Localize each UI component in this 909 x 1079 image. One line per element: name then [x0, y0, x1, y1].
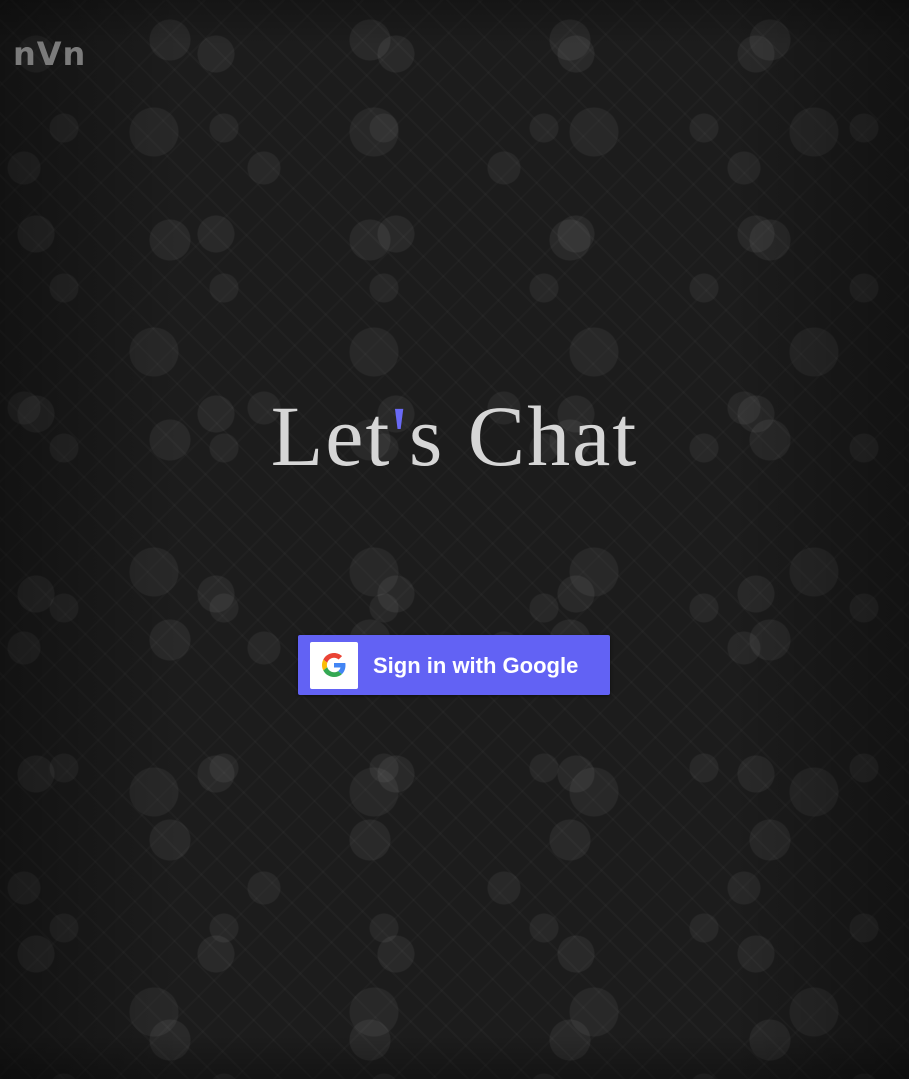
doodle-background: [0, 0, 909, 1079]
google-logo-box: [310, 642, 358, 689]
title-part-1: Let: [270, 388, 392, 484]
app-logo: nVn: [13, 35, 87, 73]
title-part-2: s Chat: [408, 388, 639, 484]
title-apostrophe: ': [391, 388, 409, 484]
page-title: Let's Chat: [0, 388, 909, 484]
google-signin-button[interactable]: Sign in with Google: [298, 635, 610, 695]
google-g-icon: [322, 653, 346, 677]
google-signin-label: Sign in with Google: [373, 653, 579, 678]
